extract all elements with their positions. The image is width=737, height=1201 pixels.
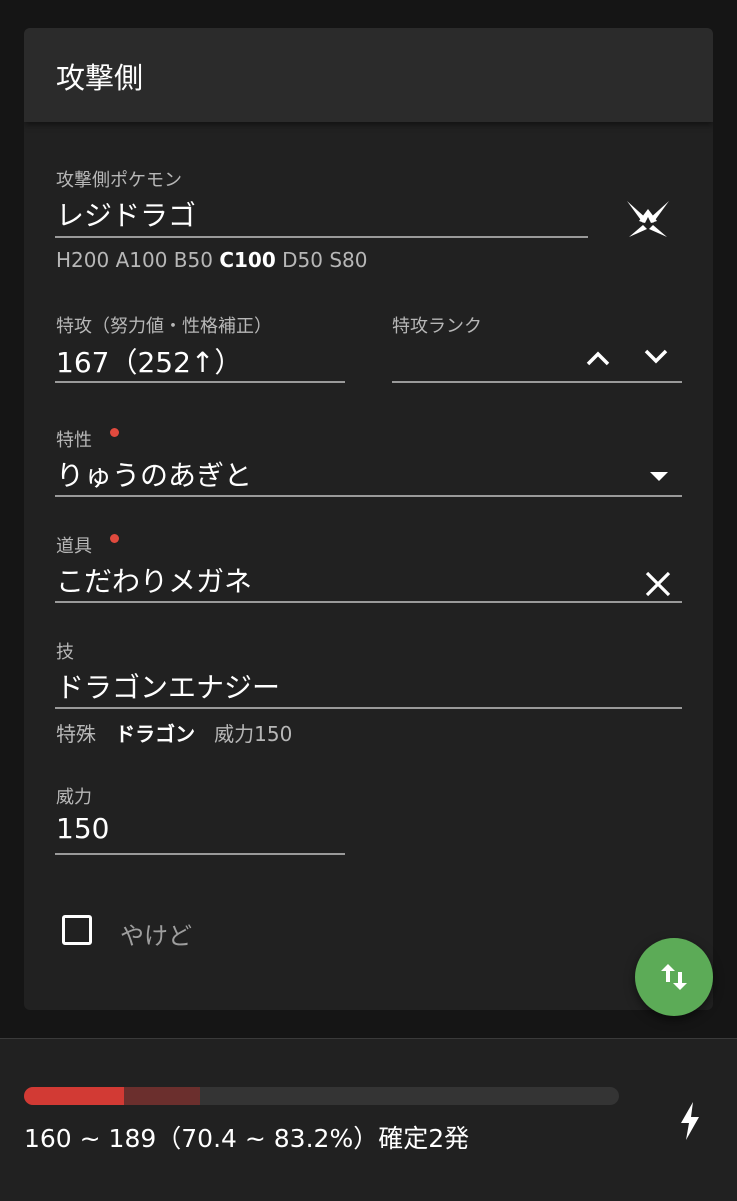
swap-vertical-icon bbox=[657, 960, 691, 994]
stat-s: S80 bbox=[329, 248, 368, 272]
burn-checkbox[interactable] bbox=[62, 915, 92, 945]
stat-h: H200 bbox=[56, 248, 110, 272]
spatk-input[interactable]: 167（252↑） bbox=[56, 341, 242, 381]
move-power-text: 威力150 bbox=[214, 722, 293, 746]
move-input[interactable]: ドラゴンエナジー bbox=[56, 666, 280, 706]
attacker-card: 攻撃側 攻撃側ポケモン レジドラゴ H200 A100 B50 C100 D50… bbox=[24, 28, 713, 1010]
lightning-bolt-icon[interactable] bbox=[668, 1099, 712, 1143]
stat-b: B50 bbox=[173, 248, 213, 272]
base-stats: H200 A100 B50 C100 D50 S80 bbox=[56, 248, 368, 272]
damage-result-text: 160 ~ 189（70.4 ~ 83.2%）確定2発 bbox=[24, 1124, 470, 1153]
power-label: 威力 bbox=[56, 787, 92, 808]
ability-label: 特性 bbox=[56, 430, 92, 451]
spatk-underline bbox=[55, 381, 345, 383]
stat-a: A100 bbox=[115, 248, 168, 272]
stat-d: D50 bbox=[282, 248, 323, 272]
item-underline bbox=[55, 601, 682, 603]
chevron-down-icon[interactable] bbox=[638, 338, 674, 374]
move-type: ドラゴン bbox=[115, 722, 196, 746]
spatk-label: 特攻（努力値・性格補正） bbox=[56, 316, 272, 337]
damage-range-fill bbox=[123, 1087, 201, 1105]
ability-select[interactable]: りゅうのあぎと bbox=[56, 454, 252, 494]
rank-label: 特攻ランク bbox=[392, 316, 482, 337]
rank-underline bbox=[392, 381, 682, 383]
pokemon-input[interactable]: レジドラゴ bbox=[56, 194, 196, 234]
power-underline bbox=[55, 853, 345, 855]
burn-label: やけど bbox=[120, 922, 192, 950]
move-category: 特殊 bbox=[56, 722, 96, 746]
item-marker-dot bbox=[110, 534, 119, 543]
pokemon-underline bbox=[55, 236, 588, 238]
item-input[interactable]: こだわりメガネ bbox=[56, 560, 252, 600]
clear-icon[interactable] bbox=[640, 566, 676, 602]
card-header: 攻撃側 bbox=[24, 28, 713, 122]
ability-marker-dot bbox=[110, 428, 119, 437]
dragon-type-icon[interactable] bbox=[620, 196, 676, 240]
ability-underline bbox=[55, 495, 682, 497]
result-bar: 160 ~ 189（70.4 ~ 83.2%）確定2発 bbox=[0, 1038, 737, 1201]
pokemon-label: 攻撃側ポケモン bbox=[56, 170, 182, 191]
swap-button[interactable] bbox=[635, 938, 713, 1016]
move-details: 特殊 ドラゴン 威力150 bbox=[56, 718, 292, 747]
move-underline bbox=[55, 707, 682, 709]
power-input[interactable]: 150 bbox=[56, 812, 109, 845]
damage-min-fill bbox=[24, 1087, 124, 1105]
move-label: 技 bbox=[56, 642, 74, 663]
card-title: 攻撃側 bbox=[56, 61, 144, 95]
damage-range-bar bbox=[24, 1087, 619, 1105]
chevron-up-icon[interactable] bbox=[580, 340, 616, 376]
stat-c: C100 bbox=[219, 248, 276, 272]
item-label: 道具 bbox=[56, 536, 92, 557]
dropdown-arrow-icon[interactable] bbox=[644, 464, 674, 488]
